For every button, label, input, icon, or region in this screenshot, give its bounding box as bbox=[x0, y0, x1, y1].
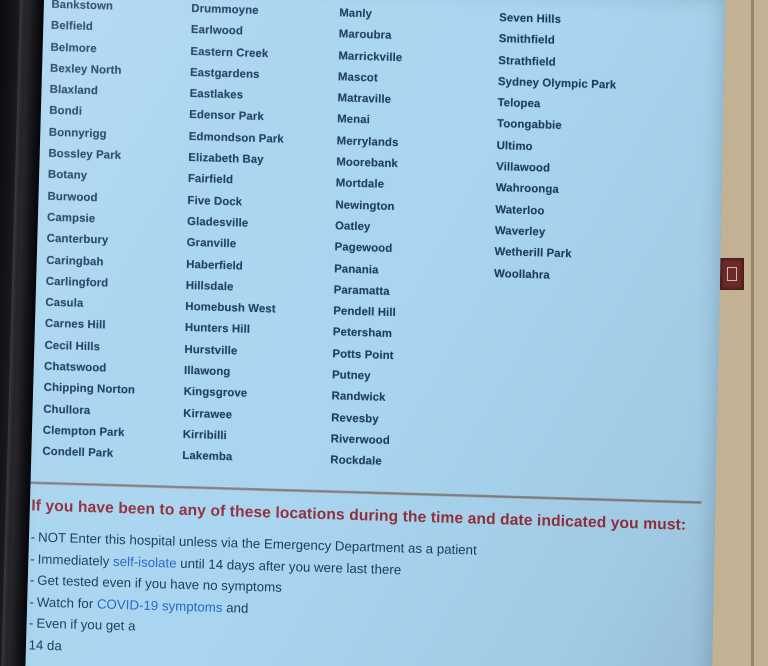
inline-text: until 14 days after you were last there bbox=[176, 555, 402, 577]
bullet-dash: - bbox=[29, 593, 34, 609]
location-column: Bankstown Belfield Belmore Bexley North Blax… bbox=[42, 0, 191, 467]
inline-text: Watch for bbox=[36, 594, 98, 611]
location-item: Lakemba bbox=[182, 450, 233, 464]
inline-text: 14 da bbox=[28, 636, 62, 653]
inline-link[interactable]: COVID-19 symptoms bbox=[97, 596, 223, 615]
photo-scene: Bankstown Belfield Belmore Bexley North Blax… bbox=[0, 0, 768, 666]
bullet-dash: - bbox=[29, 572, 35, 588]
location-item: Rockdale bbox=[330, 454, 382, 468]
location-item: Woollahra bbox=[493, 267, 550, 282]
bullet-dash: - bbox=[30, 529, 36, 545]
inline-text: Even if you get a bbox=[36, 615, 136, 634]
bullet-dash: - bbox=[28, 615, 34, 631]
instructions-section: If you have been to any of these locatio… bbox=[28, 495, 699, 666]
location-column: Manly Maroubra Marrickville Mascot Matravill… bbox=[330, 3, 499, 476]
exposure-locations-list: Bankstown Belfield Belmore Bexley North Blax… bbox=[42, 0, 691, 482]
instructions-list: - NOT Enter this hospital unless via the … bbox=[28, 526, 698, 666]
bezel-sheen bbox=[1, 0, 25, 666]
location-column: Drummoyne Earlwood Eastern Creek Eastgarden… bbox=[182, 0, 339, 472]
wall-fire-alarm-plate bbox=[720, 258, 744, 290]
wall-seam bbox=[751, 0, 754, 666]
bullet-dash: - bbox=[30, 550, 35, 566]
monitor-screen: Bankstown Belfield Belmore Bexley North Blax… bbox=[11, 0, 726, 666]
inline-link[interactable]: self-isolate bbox=[113, 553, 177, 570]
inline-text: Immediately bbox=[37, 551, 114, 569]
inline-text: Get tested even if you have no symptoms bbox=[37, 572, 282, 595]
location-column: Seven Hills Smithfield Strathfield Sydney O… bbox=[490, 8, 669, 481]
location-item: Condell Park bbox=[42, 445, 114, 461]
inline-text: and bbox=[222, 599, 249, 616]
